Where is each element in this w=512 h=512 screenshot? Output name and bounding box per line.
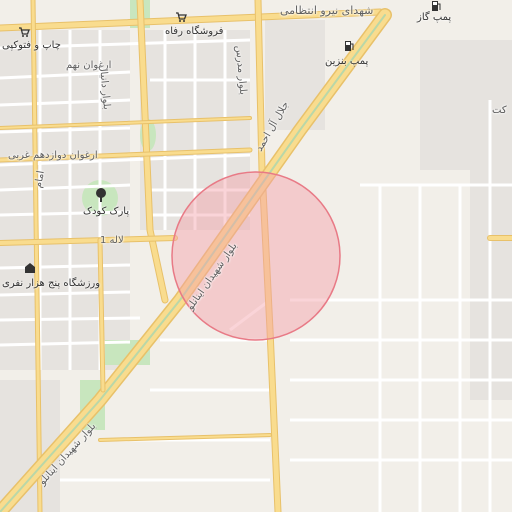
poi-label-kt[interactable]: کت	[492, 105, 507, 116]
poi-label-varzeshgah[interactable]: ورزشگاه پنج هزار نفری	[2, 278, 100, 289]
fuel-pump-icon[interactable]	[343, 40, 355, 52]
shopping-cart-icon[interactable]	[18, 26, 30, 38]
stadium-icon[interactable]	[24, 262, 36, 274]
gas-station-icon[interactable]	[430, 0, 442, 12]
poi-label-park-kudak[interactable]: پارک کودک	[83, 206, 129, 217]
map-view[interactable]: شهدای نیرو انتظامی پمپ گاز پمپ بنزین فرو…	[0, 0, 512, 512]
shopping-cart-icon[interactable]	[175, 11, 187, 23]
poi-label-pomp-benzin[interactable]: پمپ بنزین	[325, 56, 368, 67]
tree-icon[interactable]	[94, 188, 108, 202]
road-label-shohadaye-niroo: شهدای نیرو انتظامی	[280, 4, 374, 17]
highlight-circle	[171, 171, 341, 341]
poi-label-chap-fotokopi[interactable]: چاپ و فتوکپی	[2, 40, 61, 51]
poi-label-forushgah-refah[interactable]: فروشگاه رفاه	[165, 26, 223, 37]
road-label-arghavan-davazdahom: ارغوان دوازدهم غربی	[8, 150, 98, 161]
poi-label-pomp-gaz[interactable]: پمپ گاز	[417, 12, 451, 23]
road-label-laleh-1: لاله 1	[100, 235, 124, 246]
